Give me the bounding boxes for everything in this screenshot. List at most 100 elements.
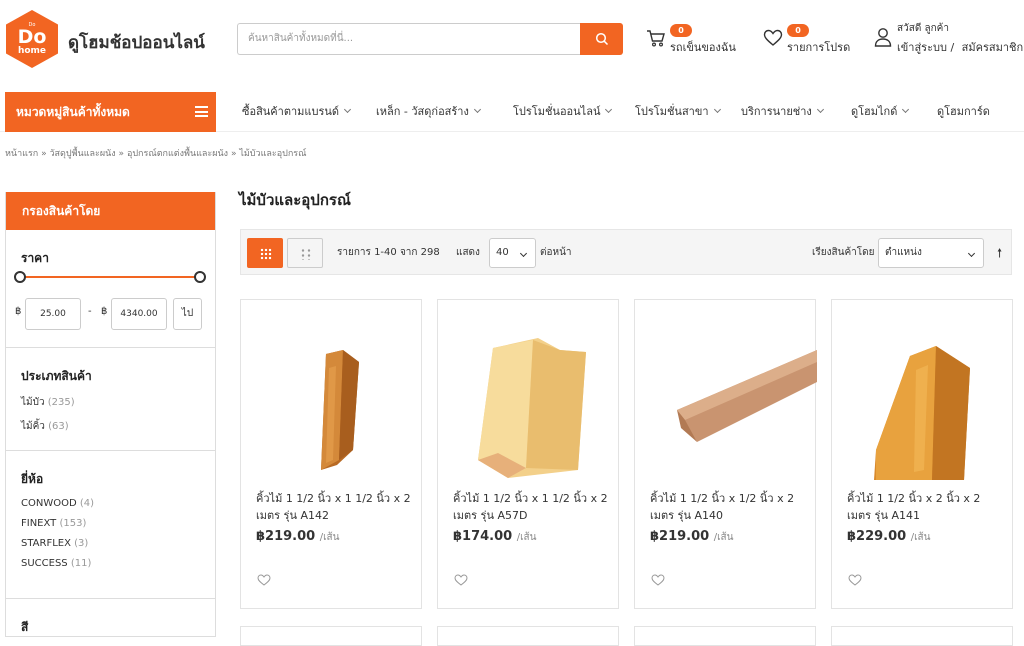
price-slider-max-handle[interactable] bbox=[194, 271, 206, 283]
option-count: (235) bbox=[47, 397, 75, 408]
price-value: ฿219.00 bbox=[650, 529, 710, 544]
breadcrumb-home[interactable]: หน้าแรก bbox=[5, 149, 38, 159]
sort-select[interactable]: ตำแหน่ง bbox=[878, 238, 984, 268]
user-greeting: สวัสดี ลูกค้า bbox=[897, 23, 949, 34]
price-slider-min-handle[interactable] bbox=[14, 271, 26, 283]
breadcrumb-separator: » bbox=[118, 149, 125, 159]
nav-item-branch-promo[interactable]: โปรโมชั่นสาขา bbox=[635, 92, 721, 132]
nav-item-online-promo[interactable]: โปรโมชั่นออนไลน์ bbox=[513, 92, 613, 132]
price-filter: ราคา ฿ 25.00 - ฿ 4340.00 ไป bbox=[6, 230, 215, 348]
cart-label: รถเข็นของฉัน bbox=[670, 41, 736, 54]
search-input[interactable]: ค้นหาสินค้าทั้งหมดที่นี่... bbox=[237, 23, 581, 55]
nav-item-brands[interactable]: ซื้อสินค้าตามแบรนด์ bbox=[242, 92, 352, 132]
type-option[interactable]: ไม้บัว (235) bbox=[21, 395, 200, 410]
item-count-text: รายการ 1-40 จาก 298 bbox=[337, 247, 440, 258]
chevron-down-icon bbox=[967, 249, 976, 258]
logo[interactable]: Do Do home bbox=[6, 10, 58, 68]
option-count: (11) bbox=[70, 558, 92, 569]
wishlist-heart-icon[interactable] bbox=[848, 574, 862, 586]
list-view-button[interactable] bbox=[287, 238, 323, 268]
wishlist-heart-icon[interactable] bbox=[257, 574, 271, 586]
brand-option[interactable]: STARFLEX (3) bbox=[21, 538, 200, 549]
product-card[interactable] bbox=[240, 626, 422, 646]
grid-view-button[interactable] bbox=[247, 238, 283, 268]
all-categories-label: หมวดหมู่สินค้าทั้งหมด bbox=[16, 105, 130, 119]
brand-filter: ยี่ห้อ CONWOOD (4) FINEXT (153) STARFLEX… bbox=[6, 451, 215, 599]
type-title: ประเภทสินค้า bbox=[21, 369, 92, 383]
price-value: ฿219.00 bbox=[256, 529, 316, 544]
currency-symbol: ฿ bbox=[101, 306, 108, 317]
product-card[interactable] bbox=[437, 626, 619, 646]
sort-value: ตำแหน่ง bbox=[885, 247, 922, 258]
register-link[interactable]: สมัครสมาชิก bbox=[962, 41, 1024, 54]
nav-item-steel[interactable]: เหล็ก - วัสดุก่อสร้าง bbox=[376, 92, 481, 132]
cart-count-badge: 0 bbox=[670, 24, 692, 37]
chevron-down-icon bbox=[519, 249, 528, 258]
color-filter: สี bbox=[6, 599, 215, 637]
nav-item-card[interactable]: ดูโฮมการ์ด bbox=[937, 92, 990, 132]
option-label: STARFLEX bbox=[21, 538, 71, 549]
type-option[interactable]: ไม้คิ้ว (63) bbox=[21, 419, 200, 434]
product-image[interactable] bbox=[635, 310, 817, 490]
product-card[interactable] bbox=[831, 626, 1013, 646]
breadcrumb-flooring[interactable]: วัสดุปูพื้นและผนัง bbox=[50, 149, 116, 159]
user-icon[interactable] bbox=[874, 27, 892, 47]
brand-option[interactable]: CONWOOD (4) bbox=[21, 498, 200, 509]
price-slider-track[interactable] bbox=[21, 276, 201, 278]
show-label: แสดง bbox=[456, 247, 480, 258]
brand-title: ยี่ห้อ bbox=[21, 472, 44, 486]
product-name[interactable]: คิ้วไม้ 1 1/2 นิ้ว x 1/2 นิ้ว x 2 เมตร ร… bbox=[650, 490, 810, 524]
product-name[interactable]: คิ้วไม้ 1 1/2 นิ้ว x 1 1/2 นิ้ว x 2 เมตร… bbox=[453, 490, 613, 524]
currency-symbol: ฿ bbox=[15, 306, 22, 317]
price-min-input[interactable]: 25.00 bbox=[25, 298, 81, 330]
option-count: (153) bbox=[59, 518, 87, 529]
product-card[interactable]: คิ้วไม้ 1 1/2 นิ้ว x 1/2 นิ้ว x 2 เมตร ร… bbox=[634, 299, 817, 609]
product-name[interactable]: คิ้วไม้ 1 1/2 นิ้ว x 2 นิ้ว x 2 เมตร รุ่… bbox=[847, 490, 1007, 524]
cart-link[interactable]: 0 รถเข็นของฉัน bbox=[646, 24, 746, 54]
all-categories-button[interactable]: หมวดหมู่สินค้าทั้งหมด bbox=[5, 92, 216, 132]
option-count: (3) bbox=[74, 538, 89, 549]
color-title: สี bbox=[21, 620, 29, 634]
product-card[interactable]: คิ้วไม้ 1 1/2 นิ้ว x 1 1/2 นิ้ว x 2 เมตร… bbox=[437, 299, 619, 609]
site-name[interactable]: ดูโฮมช้อปออนไลน์ bbox=[68, 29, 205, 56]
product-image[interactable] bbox=[438, 310, 620, 490]
option-label: ไม้บัว bbox=[21, 397, 45, 408]
breadcrumb-accessories[interactable]: อุปกรณ์ตกแต่งพื้นและผนัง bbox=[127, 149, 228, 159]
price-unit: /เส้น bbox=[319, 532, 340, 543]
wishlist-link[interactable]: 0 รายการโปรด bbox=[763, 24, 853, 54]
nav-label: ดูโฮมการ์ด bbox=[937, 105, 990, 118]
nav-label: ซื้อสินค้าตามแบรนด์ bbox=[242, 105, 340, 118]
nav-item-guide[interactable]: ดูโฮมไกด์ bbox=[851, 92, 910, 132]
product-price: ฿229.00 /เส้น bbox=[847, 529, 930, 545]
brand-option[interactable]: SUCCESS (11) bbox=[21, 558, 200, 569]
price-go-button[interactable]: ไป bbox=[173, 298, 202, 330]
breadcrumb: หน้าแรก » วัสดุปูพื้นและผนัง » อุปกรณ์ตก… bbox=[5, 146, 306, 160]
price-max-input[interactable]: 4340.00 bbox=[111, 298, 167, 330]
brand-option[interactable]: FINEXT (153) bbox=[21, 518, 200, 529]
price-value: ฿174.00 bbox=[453, 529, 513, 544]
product-image[interactable] bbox=[832, 310, 1014, 490]
search-button[interactable] bbox=[580, 23, 623, 55]
breadcrumb-current: ไม้บัวและอุปกรณ์ bbox=[239, 149, 307, 159]
product-image[interactable] bbox=[241, 310, 423, 490]
product-price: ฿174.00 /เส้น bbox=[453, 529, 536, 545]
option-label: ไม้คิ้ว bbox=[21, 421, 45, 432]
product-card[interactable] bbox=[634, 626, 816, 646]
login-link[interactable]: เข้าสู่ระบบ / bbox=[897, 41, 954, 54]
grid-icon bbox=[260, 248, 272, 260]
filter-title: กรองสินค้าโดย bbox=[6, 192, 215, 230]
nav-item-technician[interactable]: บริการนายช่าง bbox=[741, 92, 824, 132]
wishlist-heart-icon[interactable] bbox=[454, 574, 468, 586]
product-card[interactable]: คิ้วไม้ 1 1/2 นิ้ว x 2 นิ้ว x 2 เมตร รุ่… bbox=[831, 299, 1013, 609]
nav-label: ดูโฮมไกด์ bbox=[851, 105, 898, 118]
per-page-select[interactable]: 40 bbox=[489, 238, 536, 268]
product-card[interactable]: คิ้วไม้ 1 1/2 นิ้ว x 1 1/2 นิ้ว x 2 เมตร… bbox=[240, 299, 422, 609]
product-name[interactable]: คิ้วไม้ 1 1/2 นิ้ว x 1 1/2 นิ้ว x 2 เมตร… bbox=[256, 490, 416, 524]
wishlist-heart-icon[interactable] bbox=[651, 574, 665, 586]
filter-sidebar: กรองสินค้าโดย ราคา ฿ 25.00 - ฿ 4340.00 ไ… bbox=[5, 192, 216, 637]
option-count: (63) bbox=[48, 421, 69, 432]
heart-icon bbox=[763, 29, 783, 46]
price-value: ฿229.00 bbox=[847, 529, 907, 544]
sort-direction-arrow-icon[interactable]: 🠕 bbox=[997, 244, 1002, 265]
chevron-down-icon bbox=[605, 105, 613, 114]
